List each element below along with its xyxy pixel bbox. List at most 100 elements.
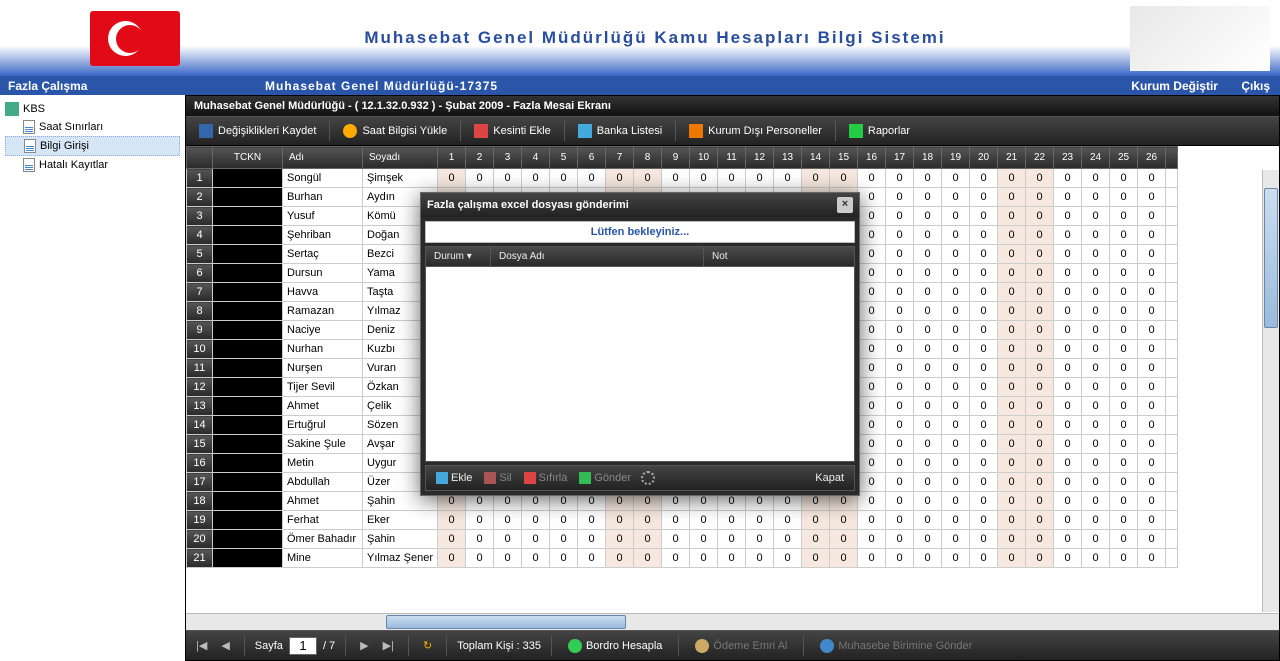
day-cell[interactable]: 0 bbox=[1026, 340, 1054, 359]
day-cell[interactable]: 0 bbox=[1138, 473, 1166, 492]
day-cell[interactable]: 0 bbox=[998, 397, 1026, 416]
day-cell[interactable]: 0 bbox=[1082, 511, 1110, 530]
day-cell[interactable]: 0 bbox=[1138, 321, 1166, 340]
day-cell[interactable]: 0 bbox=[942, 283, 970, 302]
day-cell[interactable]: 0 bbox=[998, 207, 1026, 226]
scroll-thumb[interactable] bbox=[1264, 188, 1278, 328]
day-cell[interactable]: 0 bbox=[998, 302, 1026, 321]
day-cell[interactable]: 0 bbox=[858, 416, 886, 435]
table-row[interactable]: 211MineYılmaz Şener000000000000000000000… bbox=[187, 549, 1178, 568]
day-cell[interactable]: 0 bbox=[606, 530, 634, 549]
day-cell[interactable]: 0 bbox=[830, 169, 858, 188]
day-cell[interactable]: 0 bbox=[1110, 416, 1138, 435]
day-cell[interactable]: 0 bbox=[858, 359, 886, 378]
day-cell[interactable]: 0 bbox=[1026, 283, 1054, 302]
day-cell[interactable]: 0 bbox=[634, 530, 662, 549]
day-cell[interactable]: 0 bbox=[998, 492, 1026, 511]
day-cell[interactable]: 0 bbox=[858, 245, 886, 264]
day-cell[interactable]: 0 bbox=[802, 511, 830, 530]
day-cell[interactable]: 0 bbox=[942, 207, 970, 226]
day-cell[interactable]: 0 bbox=[942, 473, 970, 492]
day-cell[interactable]: 0 bbox=[858, 492, 886, 511]
day-cell[interactable]: 0 bbox=[1026, 169, 1054, 188]
day-cell[interactable]: 0 bbox=[858, 169, 886, 188]
day-cell[interactable]: 0 bbox=[774, 530, 802, 549]
col-note[interactable]: Not bbox=[704, 247, 854, 266]
day-cell[interactable]: 0 bbox=[914, 207, 942, 226]
day-cell[interactable]: 0 bbox=[1082, 530, 1110, 549]
day-cell[interactable]: 0 bbox=[438, 530, 466, 549]
day-cell[interactable]: 0 bbox=[914, 283, 942, 302]
day-cell[interactable]: 0 bbox=[690, 530, 718, 549]
day-cell[interactable]: 0 bbox=[886, 492, 914, 511]
day-cell[interactable]: 0 bbox=[970, 283, 998, 302]
day-cell[interactable]: 0 bbox=[1026, 435, 1054, 454]
day-cell[interactable]: 0 bbox=[1026, 188, 1054, 207]
day-cell[interactable]: 0 bbox=[1054, 359, 1082, 378]
day-cell[interactable]: 0 bbox=[998, 416, 1026, 435]
day-cell[interactable]: 0 bbox=[998, 226, 1026, 245]
day-cell[interactable]: 0 bbox=[1026, 207, 1054, 226]
day-cell[interactable]: 0 bbox=[1110, 188, 1138, 207]
day-cell[interactable]: 0 bbox=[746, 530, 774, 549]
delete-file-button[interactable]: Sil bbox=[478, 470, 517, 486]
first-page-button[interactable]: |◀ bbox=[192, 637, 211, 654]
day-cell[interactable]: 0 bbox=[914, 378, 942, 397]
day-cell[interactable]: 0 bbox=[970, 397, 998, 416]
day-cell[interactable]: 0 bbox=[998, 454, 1026, 473]
day-cell[interactable]: 0 bbox=[942, 321, 970, 340]
day-cell[interactable]: 0 bbox=[1110, 245, 1138, 264]
day-cell[interactable]: 0 bbox=[970, 302, 998, 321]
day-cell[interactable]: 0 bbox=[1082, 473, 1110, 492]
day-cell[interactable]: 0 bbox=[578, 549, 606, 568]
day-cell[interactable]: 0 bbox=[522, 511, 550, 530]
day-cell[interactable]: 0 bbox=[1110, 226, 1138, 245]
day-cell[interactable]: 0 bbox=[858, 283, 886, 302]
day-cell[interactable]: 0 bbox=[942, 511, 970, 530]
day-cell[interactable]: 0 bbox=[858, 549, 886, 568]
prev-page-button[interactable]: ◀ bbox=[217, 637, 233, 654]
day-cell[interactable]: 0 bbox=[494, 530, 522, 549]
day-cell[interactable]: 0 bbox=[886, 378, 914, 397]
day-cell[interactable]: 0 bbox=[1026, 264, 1054, 283]
day-cell[interactable]: 0 bbox=[886, 530, 914, 549]
save-changes-button[interactable]: Değişiklikleri Kaydet bbox=[190, 120, 325, 142]
day-cell[interactable]: 0 bbox=[886, 473, 914, 492]
day-cell[interactable]: 0 bbox=[886, 283, 914, 302]
day-cell[interactable]: 0 bbox=[970, 359, 998, 378]
day-cell[interactable]: 0 bbox=[1054, 416, 1082, 435]
day-cell[interactable]: 0 bbox=[1110, 397, 1138, 416]
day-cell[interactable]: 0 bbox=[886, 435, 914, 454]
day-cell[interactable]: 0 bbox=[1110, 207, 1138, 226]
day-cell[interactable]: 0 bbox=[606, 549, 634, 568]
day-cell[interactable]: 0 bbox=[1026, 473, 1054, 492]
day-cell[interactable]: 0 bbox=[886, 340, 914, 359]
day-cell[interactable]: 0 bbox=[1082, 492, 1110, 511]
page-input[interactable] bbox=[289, 637, 317, 655]
day-cell[interactable]: 0 bbox=[1054, 245, 1082, 264]
day-cell[interactable]: 0 bbox=[550, 530, 578, 549]
next-page-button[interactable]: ▶ bbox=[356, 637, 372, 654]
day-cell[interactable]: 0 bbox=[914, 530, 942, 549]
day-cell[interactable]: 0 bbox=[522, 169, 550, 188]
day-cell[interactable]: 0 bbox=[718, 169, 746, 188]
day-cell[interactable]: 0 bbox=[914, 454, 942, 473]
reset-button[interactable]: Sıfırla bbox=[518, 470, 574, 486]
day-cell[interactable]: 0 bbox=[1082, 321, 1110, 340]
dialog-titlebar[interactable]: Fazla çalışma excel dosyası gönderimi × bbox=[421, 193, 859, 217]
day-cell[interactable]: 0 bbox=[1110, 492, 1138, 511]
day-cell[interactable]: 0 bbox=[886, 549, 914, 568]
day-cell[interactable]: 0 bbox=[1054, 530, 1082, 549]
day-cell[interactable]: 0 bbox=[998, 340, 1026, 359]
day-cell[interactable]: 0 bbox=[998, 359, 1026, 378]
day-cell[interactable]: 0 bbox=[1026, 226, 1054, 245]
day-cell[interactable]: 0 bbox=[998, 283, 1026, 302]
day-cell[interactable]: 0 bbox=[578, 530, 606, 549]
day-cell[interactable]: 0 bbox=[1082, 245, 1110, 264]
external-personnel-button[interactable]: Kurum Dışı Personeller bbox=[680, 120, 831, 142]
scroll-thumb[interactable] bbox=[386, 615, 626, 629]
day-cell[interactable]: 0 bbox=[1026, 378, 1054, 397]
day-cell[interactable]: 0 bbox=[494, 511, 522, 530]
day-cell[interactable]: 0 bbox=[858, 302, 886, 321]
day-cell[interactable]: 0 bbox=[662, 169, 690, 188]
